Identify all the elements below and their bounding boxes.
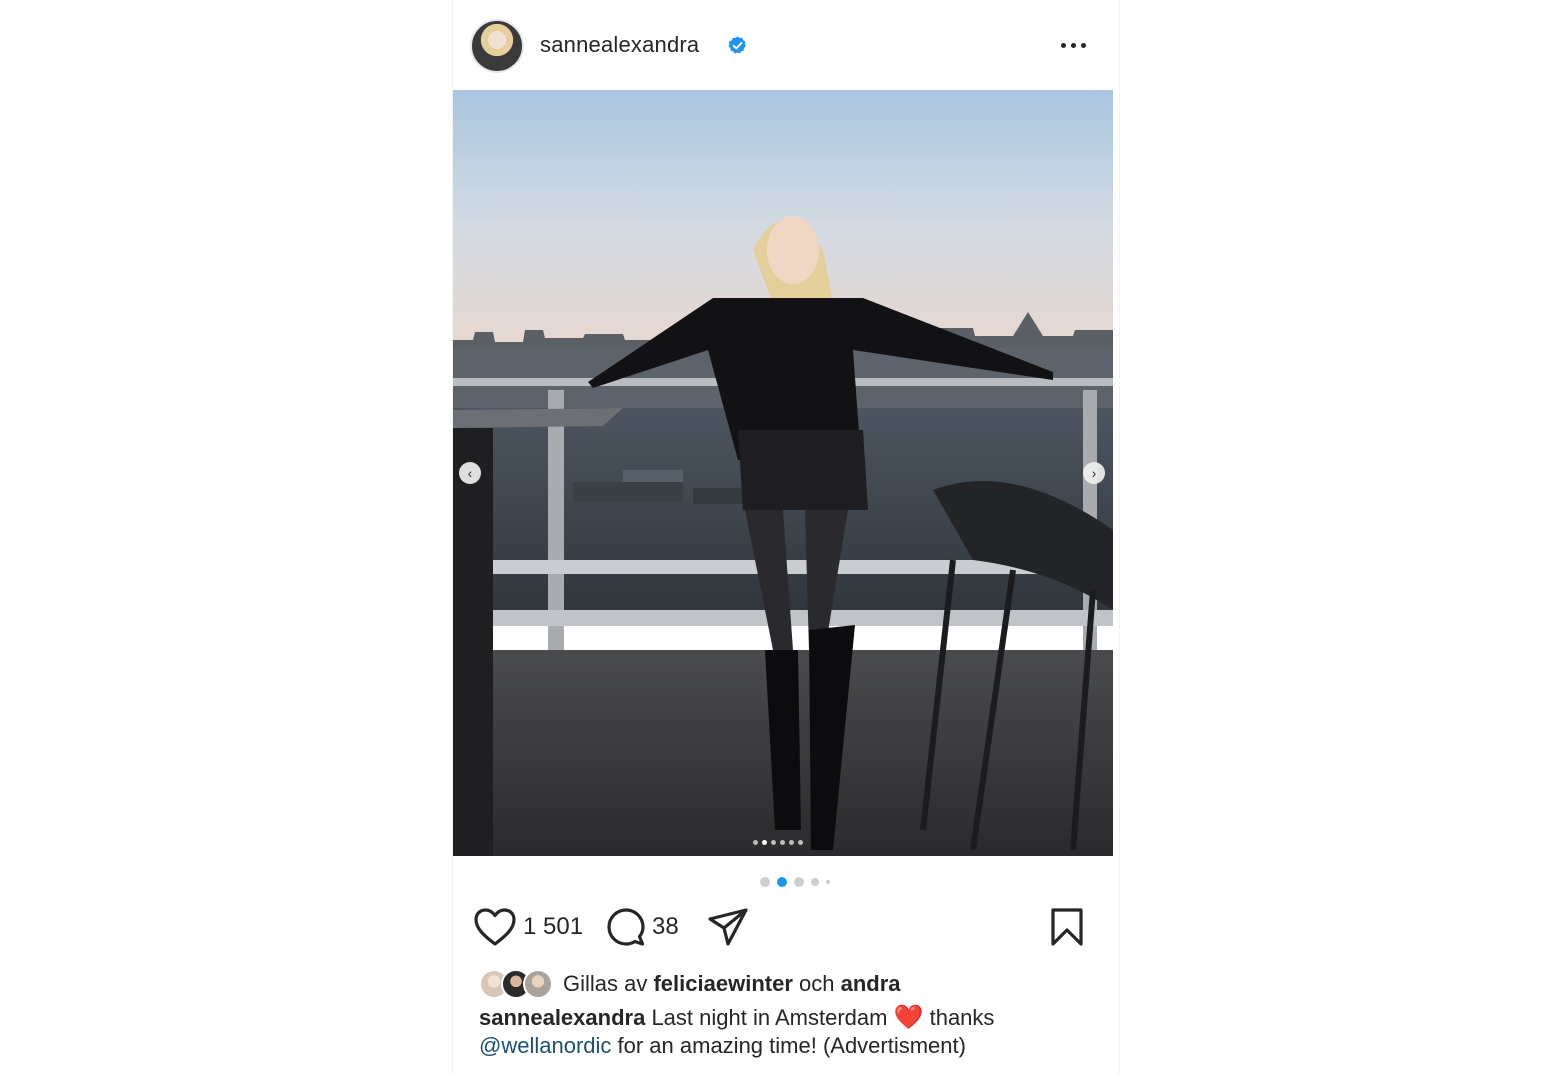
- avatar[interactable]: [470, 19, 524, 73]
- action-bar: 1 501 38: [453, 905, 1121, 951]
- bookmark-icon: [1051, 908, 1083, 946]
- more-options-icon[interactable]: [1057, 33, 1089, 57]
- avatar: [523, 969, 553, 999]
- carousel-dot: [811, 878, 819, 886]
- paper-plane-icon: [708, 908, 748, 946]
- liked-by-row[interactable]: Gillas av feliciaewinter och andra: [479, 969, 901, 999]
- caption-username[interactable]: sannealexandra: [479, 1005, 645, 1030]
- liked-by-prefix: Gillas av: [563, 971, 648, 996]
- post-caption: sannealexandra Last night in Amsterdam ❤…: [479, 1004, 1089, 1060]
- liked-by-text: Gillas av feliciaewinter och andra: [563, 971, 901, 997]
- like-count[interactable]: 1 501: [523, 913, 583, 941]
- carousel-dot: [794, 877, 804, 887]
- post-photo[interactable]: ‹ ›: [453, 90, 1113, 856]
- chevron-left-icon[interactable]: ‹: [459, 462, 481, 484]
- caption-text: Last night in Amsterdam: [651, 1005, 888, 1030]
- comment-button[interactable]: 38: [606, 907, 679, 947]
- liked-by-others[interactable]: andra: [841, 971, 901, 996]
- carousel-dot: [760, 877, 770, 887]
- photo-inner-dots: [753, 840, 803, 845]
- verified-badge-icon: [728, 36, 746, 54]
- share-button[interactable]: [707, 907, 749, 947]
- save-button[interactable]: [1049, 907, 1085, 947]
- red-heart-emoji: ❤️: [893, 1004, 924, 1031]
- carousel-indicator: [760, 877, 830, 887]
- liked-by-avatars: [479, 969, 557, 999]
- liked-by-connector: och: [799, 971, 835, 996]
- caption-text: for an amazing time! (Advertisment): [617, 1033, 966, 1058]
- caption-mention[interactable]: @wellanordic: [479, 1033, 611, 1058]
- like-button[interactable]: 1 501: [473, 907, 583, 947]
- comment-count[interactable]: 38: [652, 913, 679, 941]
- carousel-dot: [826, 880, 830, 884]
- carousel-dot-active: [777, 877, 787, 887]
- liked-by-user[interactable]: feliciaewinter: [653, 971, 792, 996]
- chevron-right-icon[interactable]: ›: [1083, 462, 1105, 484]
- post-header: sannealexandra: [453, 0, 1121, 90]
- caption-text: thanks: [929, 1005, 995, 1030]
- photo-image: [453, 90, 1113, 856]
- comment-bubble-icon: [607, 908, 645, 946]
- post-username[interactable]: sannealexandra: [540, 32, 699, 58]
- instagram-post: sannealexandra ‹ › 1 501 38 Gillas av fe…: [452, 0, 1120, 1074]
- heart-icon: [474, 908, 516, 946]
